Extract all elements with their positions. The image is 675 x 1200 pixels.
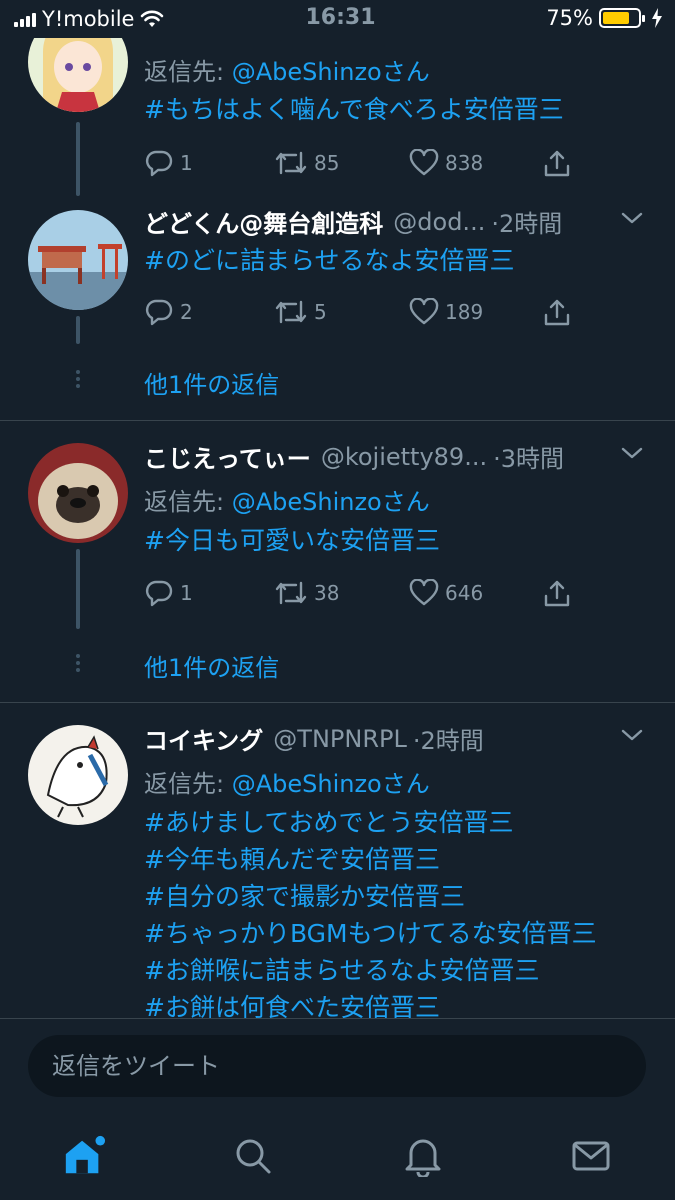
tweet-text: #あけましておめでとう安倍晋三 #今年も頼んだぞ安倍晋三 #自分の家で撮影か安倍… <box>144 808 597 1018</box>
retweet-icon <box>275 151 307 175</box>
reply-button[interactable]: 1 <box>144 149 193 177</box>
tab-home[interactable] <box>62 1134 106 1178</box>
timestamp[interactable]: ·2時間 <box>413 721 484 756</box>
retweet-icon <box>275 300 307 324</box>
tweet-header: コイキング @TNPNRPL ·2時間 <box>144 721 645 756</box>
reply-icon <box>145 580 173 607</box>
reply-to: 返信先: @AbeShinzoさん <box>144 58 430 86</box>
retweet-button[interactable]: 85 <box>274 149 339 177</box>
username[interactable]: @kojietty89... <box>321 443 487 471</box>
display-name[interactable]: どどくん@舞台創造科 <box>144 204 383 239</box>
heart-icon <box>409 298 439 325</box>
battery-percent: 75% <box>546 6 593 30</box>
reply-button[interactable]: 1 <box>144 579 193 607</box>
tweet-actions: 1 38 646 <box>144 579 584 609</box>
like-count: 838 <box>445 151 484 175</box>
tweet-actions: 1 85 838 <box>144 149 584 179</box>
timestamp[interactable]: ·3時間 <box>493 439 564 474</box>
username[interactable]: @TNPNRPL <box>273 725 407 753</box>
tab-bar <box>0 1114 675 1200</box>
display-name[interactable]: コイキング <box>144 721 263 756</box>
chevron-down-icon[interactable] <box>619 443 645 463</box>
retweet-count: 5 <box>314 300 327 324</box>
retweet-button[interactable]: 5 <box>274 298 327 326</box>
avatar[interactable] <box>28 443 128 543</box>
thread-dots <box>76 370 80 391</box>
heart-icon <box>409 149 439 176</box>
tweet-text: #もちはよく噛んで食べろよ安倍晋三 <box>144 95 564 124</box>
thread-line <box>76 549 80 629</box>
tweet[interactable]: コイキング @TNPNRPL ·2時間 返信先: @AbeShinzoさん #あ… <box>0 703 675 1018</box>
avatar[interactable] <box>28 210 128 310</box>
messages-icon <box>572 1141 610 1171</box>
display-name[interactable]: こじえってぃー <box>144 439 311 474</box>
retweet-icon <box>275 581 307 605</box>
reply-count: 2 <box>180 300 193 324</box>
share-icon <box>544 580 570 607</box>
share-button[interactable] <box>542 149 572 179</box>
username[interactable]: @dod... <box>393 208 485 236</box>
like-button[interactable]: 189 <box>409 298 483 326</box>
mention-link[interactable]: @AbeShinzoさん <box>232 58 430 86</box>
thread-line <box>76 122 80 196</box>
reply-button[interactable]: 2 <box>144 298 193 326</box>
mention-link[interactable]: @AbeShinzoさん <box>232 770 430 798</box>
like-button[interactable]: 838 <box>409 149 483 177</box>
tweet-header: こじえってぃー @kojietty89... ·3時間 <box>144 439 645 474</box>
reply-to: 返信先: @AbeShinzoさん <box>144 770 430 798</box>
heart-icon <box>409 579 439 606</box>
mention-link[interactable]: @AbeShinzoさん <box>232 488 430 516</box>
tab-messages[interactable] <box>569 1134 613 1178</box>
charging-icon <box>652 8 662 28</box>
chevron-down-icon[interactable] <box>619 725 645 745</box>
reply-to: 返信先: @AbeShinzoさん <box>144 488 430 516</box>
like-count: 646 <box>445 581 484 605</box>
retweet-button[interactable]: 38 <box>274 579 339 607</box>
like-button[interactable]: 646 <box>409 579 483 607</box>
tweet-header: どどくん@舞台創造科 @dod... ·2時間 <box>144 204 645 239</box>
reply-input[interactable]: 返信をツイート <box>28 1035 646 1097</box>
tweet[interactable]: どどくん@舞台創造科 @dod... ·2時間 #のどに詰まらせるなよ安倍晋三 … <box>0 200 675 420</box>
show-more-replies-link[interactable]: 他1件の返信 <box>144 648 279 683</box>
retweet-count: 85 <box>314 151 340 175</box>
like-count: 189 <box>445 300 484 324</box>
tweet-text: #今日も可愛いな安倍晋三 <box>144 526 440 555</box>
tweet[interactable]: こじえってぃー @kojietty89... ·3時間 返信先: @AbeShi… <box>0 421 675 701</box>
reply-count: 1 <box>180 151 193 175</box>
status-bar: Y!mobile 16:31 75% <box>0 0 675 38</box>
chevron-down-icon[interactable] <box>619 208 645 228</box>
share-icon <box>544 150 570 177</box>
avatar[interactable] <box>28 725 128 825</box>
tab-notifications[interactable] <box>401 1134 445 1178</box>
battery-icon <box>599 8 645 28</box>
show-more-replies-link[interactable]: 他1件の返信 <box>144 365 279 400</box>
reply-icon <box>145 299 173 326</box>
tweet-actions: 2 5 189 <box>144 298 584 328</box>
tab-search[interactable] <box>231 1134 275 1178</box>
home-icon <box>65 1135 106 1174</box>
share-icon <box>544 299 570 326</box>
notifications-icon <box>405 1139 441 1177</box>
share-button[interactable] <box>542 298 572 328</box>
tweet-text: #のどに詰まらせるなよ安倍晋三 <box>144 246 515 275</box>
retweet-count: 38 <box>314 581 340 605</box>
reply-icon <box>145 150 173 177</box>
reply-composer-bar: 返信をツイート <box>0 1018 675 1114</box>
reply-count: 1 <box>180 581 193 605</box>
thread-dots <box>76 654 80 675</box>
thread-line <box>76 316 80 344</box>
timestamp[interactable]: ·2時間 <box>491 204 562 239</box>
share-button[interactable] <box>542 579 572 609</box>
search-icon <box>236 1139 271 1174</box>
